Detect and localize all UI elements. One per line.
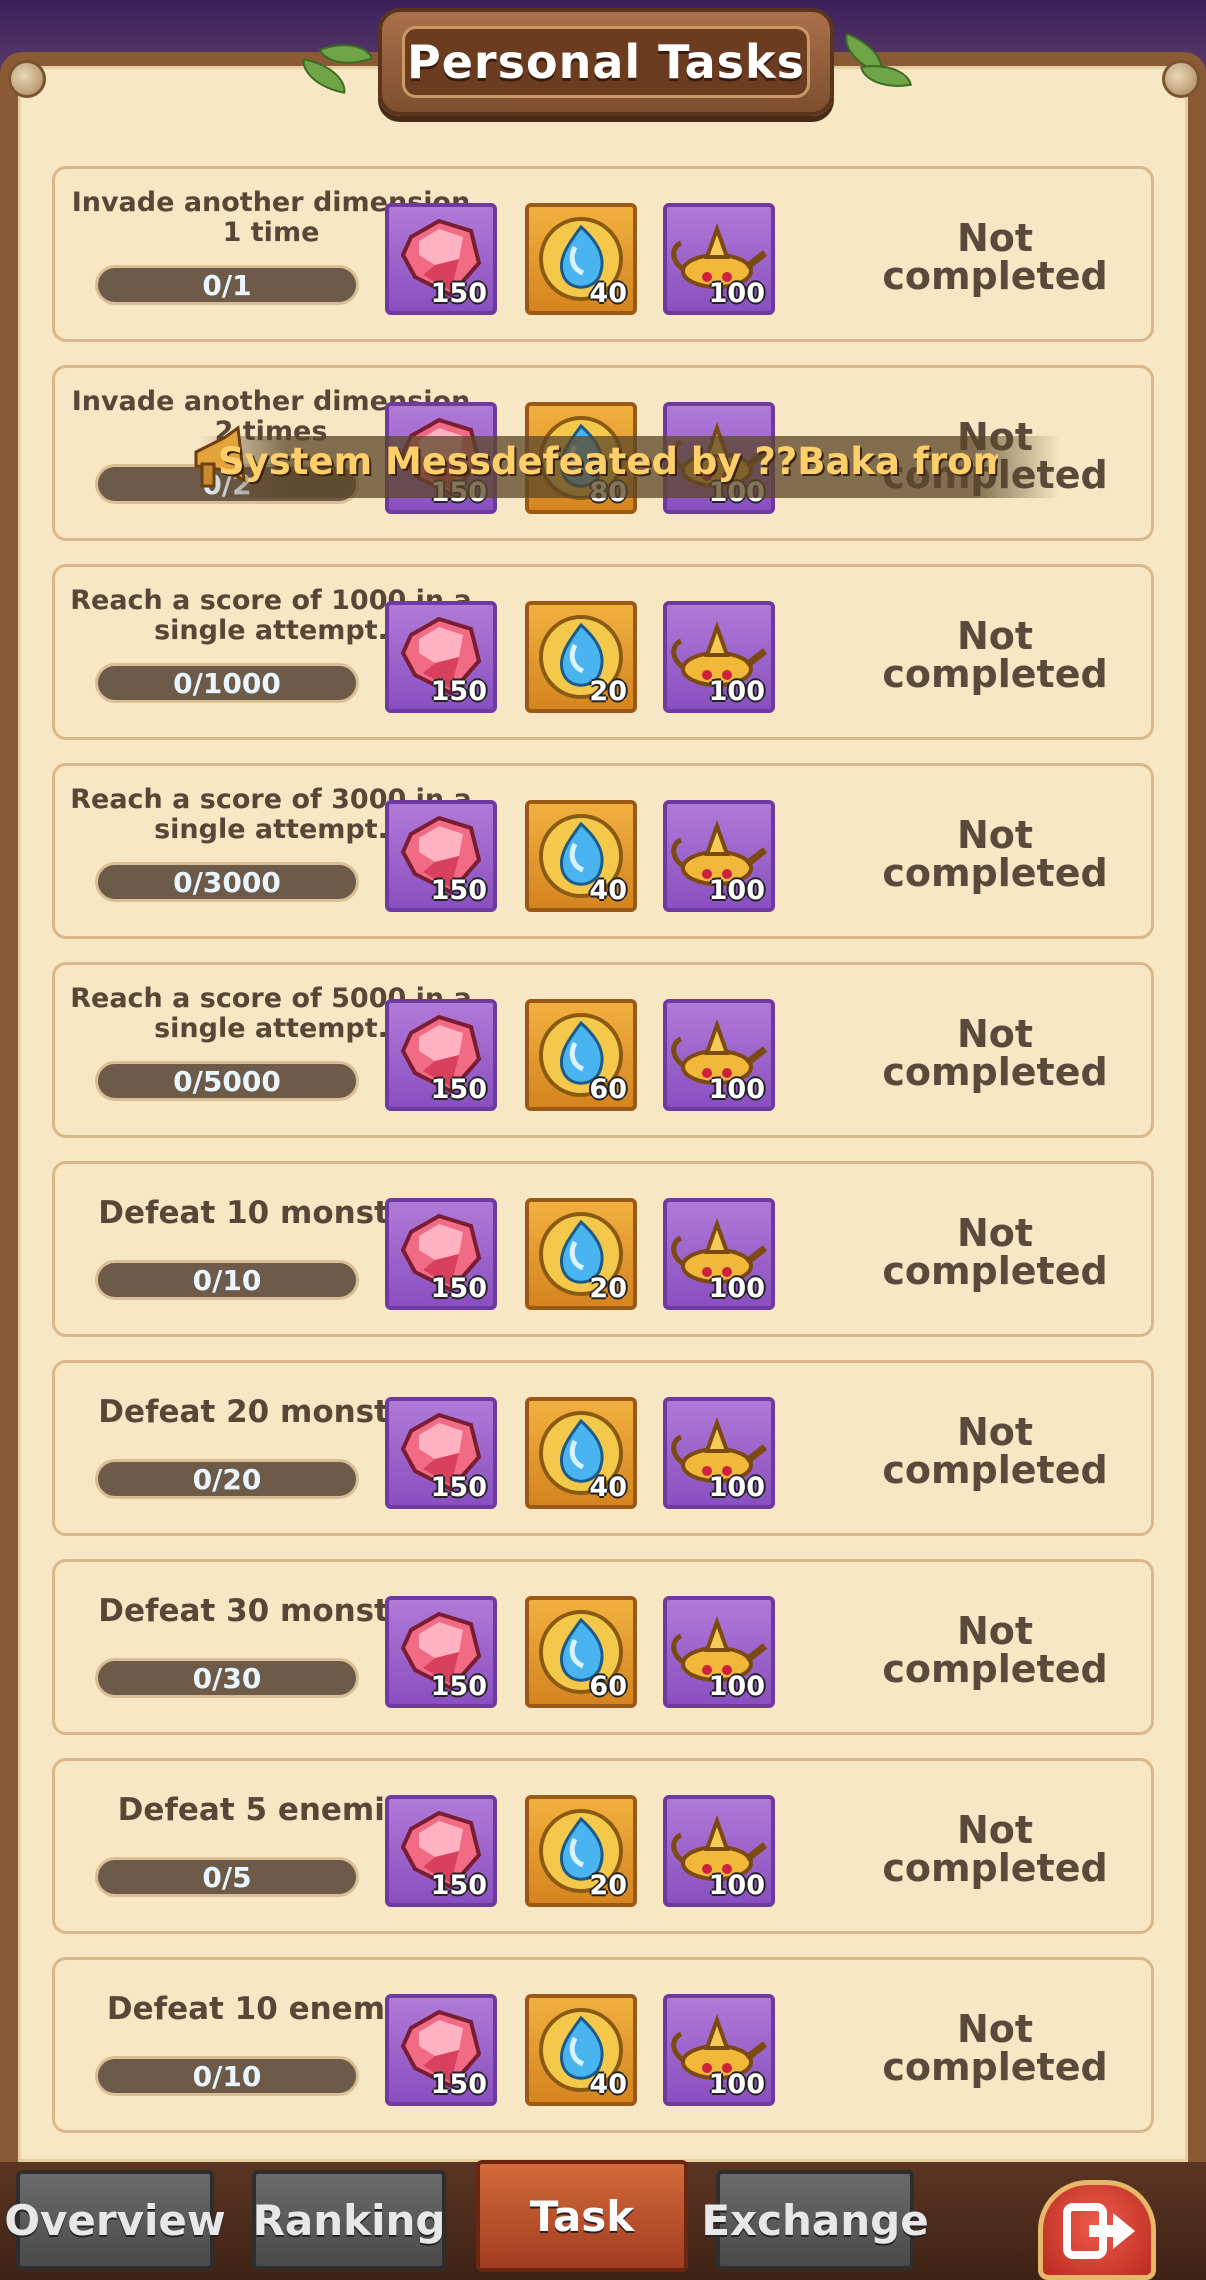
task-status: Not completed	[882, 614, 1108, 696]
reward-item[interactable]: 40	[525, 1994, 637, 2106]
title-plaque: Personal Tasks	[378, 8, 834, 116]
corner-bolt-icon	[8, 60, 46, 98]
reward-quantity: 150	[430, 278, 487, 309]
reward-quantity: 60	[589, 1074, 627, 1105]
corner-bolt-icon	[1162, 60, 1200, 98]
reward-item[interactable]: 150	[385, 1397, 497, 1509]
reward-item[interactable]: 40	[525, 203, 637, 315]
reward-quantity: 20	[589, 1273, 627, 1304]
reward-quantity: 40	[589, 278, 627, 309]
reward-quantity: 100	[708, 676, 765, 707]
task-progress-bar: 0/1000	[95, 663, 359, 703]
reward-quantity: 100	[708, 1472, 765, 1503]
task-card: Defeat 30 monsters 0/30 150 60 100 Not comple…	[52, 1559, 1154, 1735]
reward-item[interactable]: 60	[525, 999, 637, 1111]
reward-item[interactable]: 20	[525, 1198, 637, 1310]
reward-item[interactable]: 100	[663, 1198, 775, 1310]
task-progress-bar: 0/30	[95, 1658, 359, 1698]
task-card: Invade another dimension 1 time 0/1 150 40 1…	[52, 166, 1154, 342]
task-progress-bar: 0/10	[95, 1260, 359, 1300]
task-card: Reach a score of 1000 in a single attemp…	[52, 564, 1154, 740]
task-status: Not completed	[882, 216, 1108, 298]
reward-item[interactable]: 150	[385, 1795, 497, 1907]
reward-item[interactable]: 40	[525, 1397, 637, 1509]
task-status: Not completed	[882, 1410, 1108, 1492]
reward-quantity: 150	[430, 2069, 487, 2100]
reward-quantity: 150	[430, 1671, 487, 1702]
reward-item[interactable]: 150	[385, 601, 497, 713]
task-card: Defeat 10 enemies 0/10 150 40 100 Not complet…	[52, 1957, 1154, 2133]
reward-item[interactable]: 100	[663, 999, 775, 1111]
task-progress-bar: 0/5000	[95, 1061, 359, 1101]
task-progress-bar: 0/1	[95, 265, 359, 305]
task-card: Reach a score of 5000 in a single attemp…	[52, 962, 1154, 1138]
reward-quantity: 60	[589, 1671, 627, 1702]
reward-quantity: 150	[430, 1472, 487, 1503]
reward-quantity: 40	[589, 875, 627, 906]
task-card: Reach a score of 3000 in a single attemp…	[52, 763, 1154, 939]
reward-item[interactable]: 20	[525, 601, 637, 713]
task-status: Not completed	[882, 813, 1108, 895]
reward-quantity: 20	[589, 1870, 627, 1901]
exit-icon	[1063, 2203, 1135, 2259]
reward-quantity: 100	[708, 1671, 765, 1702]
reward-quantity: 150	[430, 1273, 487, 1304]
reward-quantity: 40	[589, 1472, 627, 1503]
task-status: Not completed	[882, 1609, 1108, 1691]
reward-item[interactable]: 150	[385, 1198, 497, 1310]
reward-quantity: 100	[708, 875, 765, 906]
reward-item[interactable]: 150	[385, 800, 497, 912]
task-progress-bar: 0/10	[95, 2056, 359, 2096]
reward-quantity: 100	[708, 1273, 765, 1304]
page-title: Personal Tasks	[407, 35, 805, 89]
task-progress-bar: 0/5	[95, 1857, 359, 1897]
reward-quantity: 150	[430, 1870, 487, 1901]
reward-item[interactable]: 150	[385, 1596, 497, 1708]
reward-item[interactable]: 100	[663, 800, 775, 912]
tab-exchange[interactable]: Exchange	[701, 2170, 929, 2270]
reward-quantity: 100	[708, 278, 765, 309]
task-status: Not completed	[882, 1211, 1108, 1293]
task-progress-bar: 0/3000	[95, 862, 359, 902]
task-card: Defeat 10 monsters 0/10 150 20 100 Not comple…	[52, 1161, 1154, 1337]
task-status: Not completed	[882, 1808, 1108, 1890]
reward-item[interactable]: 100	[663, 1397, 775, 1509]
exit-button[interactable]	[1038, 2180, 1156, 2280]
reward-item[interactable]: 100	[663, 1596, 775, 1708]
reward-quantity: 100	[708, 1870, 765, 1901]
reward-quantity: 150	[430, 875, 487, 906]
reward-item[interactable]: 100	[663, 1795, 775, 1907]
tab-ranking[interactable]: Ranking	[252, 2170, 446, 2270]
reward-item[interactable]: 40	[525, 800, 637, 912]
system-message-text: System Messdefeated by ??Baka from Sc	[218, 440, 998, 483]
reward-quantity: 40	[589, 2069, 627, 2100]
reward-quantity: 150	[430, 676, 487, 707]
task-progress-bar: 0/20	[95, 1459, 359, 1499]
reward-quantity: 100	[708, 2069, 765, 2100]
task-status: Not completed	[882, 1012, 1108, 1094]
title-inner: Personal Tasks	[402, 26, 810, 98]
reward-quantity: 150	[430, 1074, 487, 1105]
task-card: Defeat 5 enemies 0/5 150 20 100 Not completed	[52, 1758, 1154, 1934]
reward-item[interactable]: 150	[385, 1994, 497, 2106]
reward-item[interactable]: 100	[663, 601, 775, 713]
tab-overview[interactable]: Overview	[4, 2170, 226, 2270]
tab-task[interactable]: Task	[476, 2160, 688, 2272]
reward-item[interactable]: 20	[525, 1795, 637, 1907]
reward-item[interactable]: 150	[385, 999, 497, 1111]
reward-item[interactable]: 150	[385, 203, 497, 315]
reward-item[interactable]: 100	[663, 203, 775, 315]
task-card: Defeat 20 monsters 0/20 150 40 100 Not comple…	[52, 1360, 1154, 1536]
reward-item[interactable]: 100	[663, 1994, 775, 2106]
reward-quantity: 20	[589, 676, 627, 707]
task-status: Not completed	[882, 2007, 1108, 2089]
reward-quantity: 100	[708, 1074, 765, 1105]
reward-item[interactable]: 60	[525, 1596, 637, 1708]
